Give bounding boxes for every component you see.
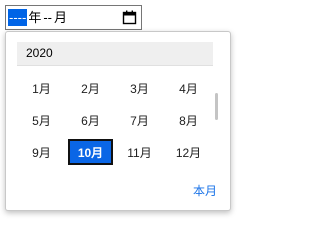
month-cell-7[interactable]: 7月 bbox=[115, 104, 164, 136]
year-header[interactable]: 2020 bbox=[17, 42, 213, 66]
this-month-button[interactable]: 本月 bbox=[193, 182, 217, 199]
month-cell-11[interactable]: 11月 bbox=[115, 136, 164, 168]
month-cell-1[interactable]: 1月 bbox=[17, 72, 66, 104]
year-suffix: 年 bbox=[28, 10, 42, 25]
month-cell-9[interactable]: 9月 bbox=[17, 136, 66, 168]
month-cell-6[interactable]: 6月 bbox=[66, 104, 115, 136]
month-cell-10[interactable]: 10月 bbox=[68, 139, 113, 165]
page: ---- 年 -- 月 2020 1月 2月 3月 4月 5月 6月 7月 8月… bbox=[0, 0, 246, 220]
month-picker-popup: 2020 1月 2月 3月 4月 5月 6月 7月 8月 9月 10月 11月 … bbox=[5, 31, 231, 211]
calendar-icon[interactable] bbox=[122, 10, 137, 25]
year-segment[interactable]: ---- bbox=[8, 9, 28, 26]
scrollbar-thumb[interactable] bbox=[215, 93, 218, 120]
month-cell-3[interactable]: 3月 bbox=[115, 72, 164, 104]
month-cell-8[interactable]: 8月 bbox=[164, 104, 213, 136]
month-cell-4[interactable]: 4月 bbox=[164, 72, 213, 104]
month-cell-2[interactable]: 2月 bbox=[66, 72, 115, 104]
month-segment[interactable]: -- bbox=[42, 9, 53, 26]
month-cell-5[interactable]: 5月 bbox=[17, 104, 66, 136]
month-cell-12[interactable]: 12月 bbox=[164, 136, 213, 168]
month-suffix: 月 bbox=[54, 10, 68, 25]
month-grid: 1月 2月 3月 4月 5月 6月 7月 8月 9月 10月 11月 12月 bbox=[17, 72, 213, 168]
month-input[interactable]: ---- 年 -- 月 bbox=[5, 5, 142, 30]
